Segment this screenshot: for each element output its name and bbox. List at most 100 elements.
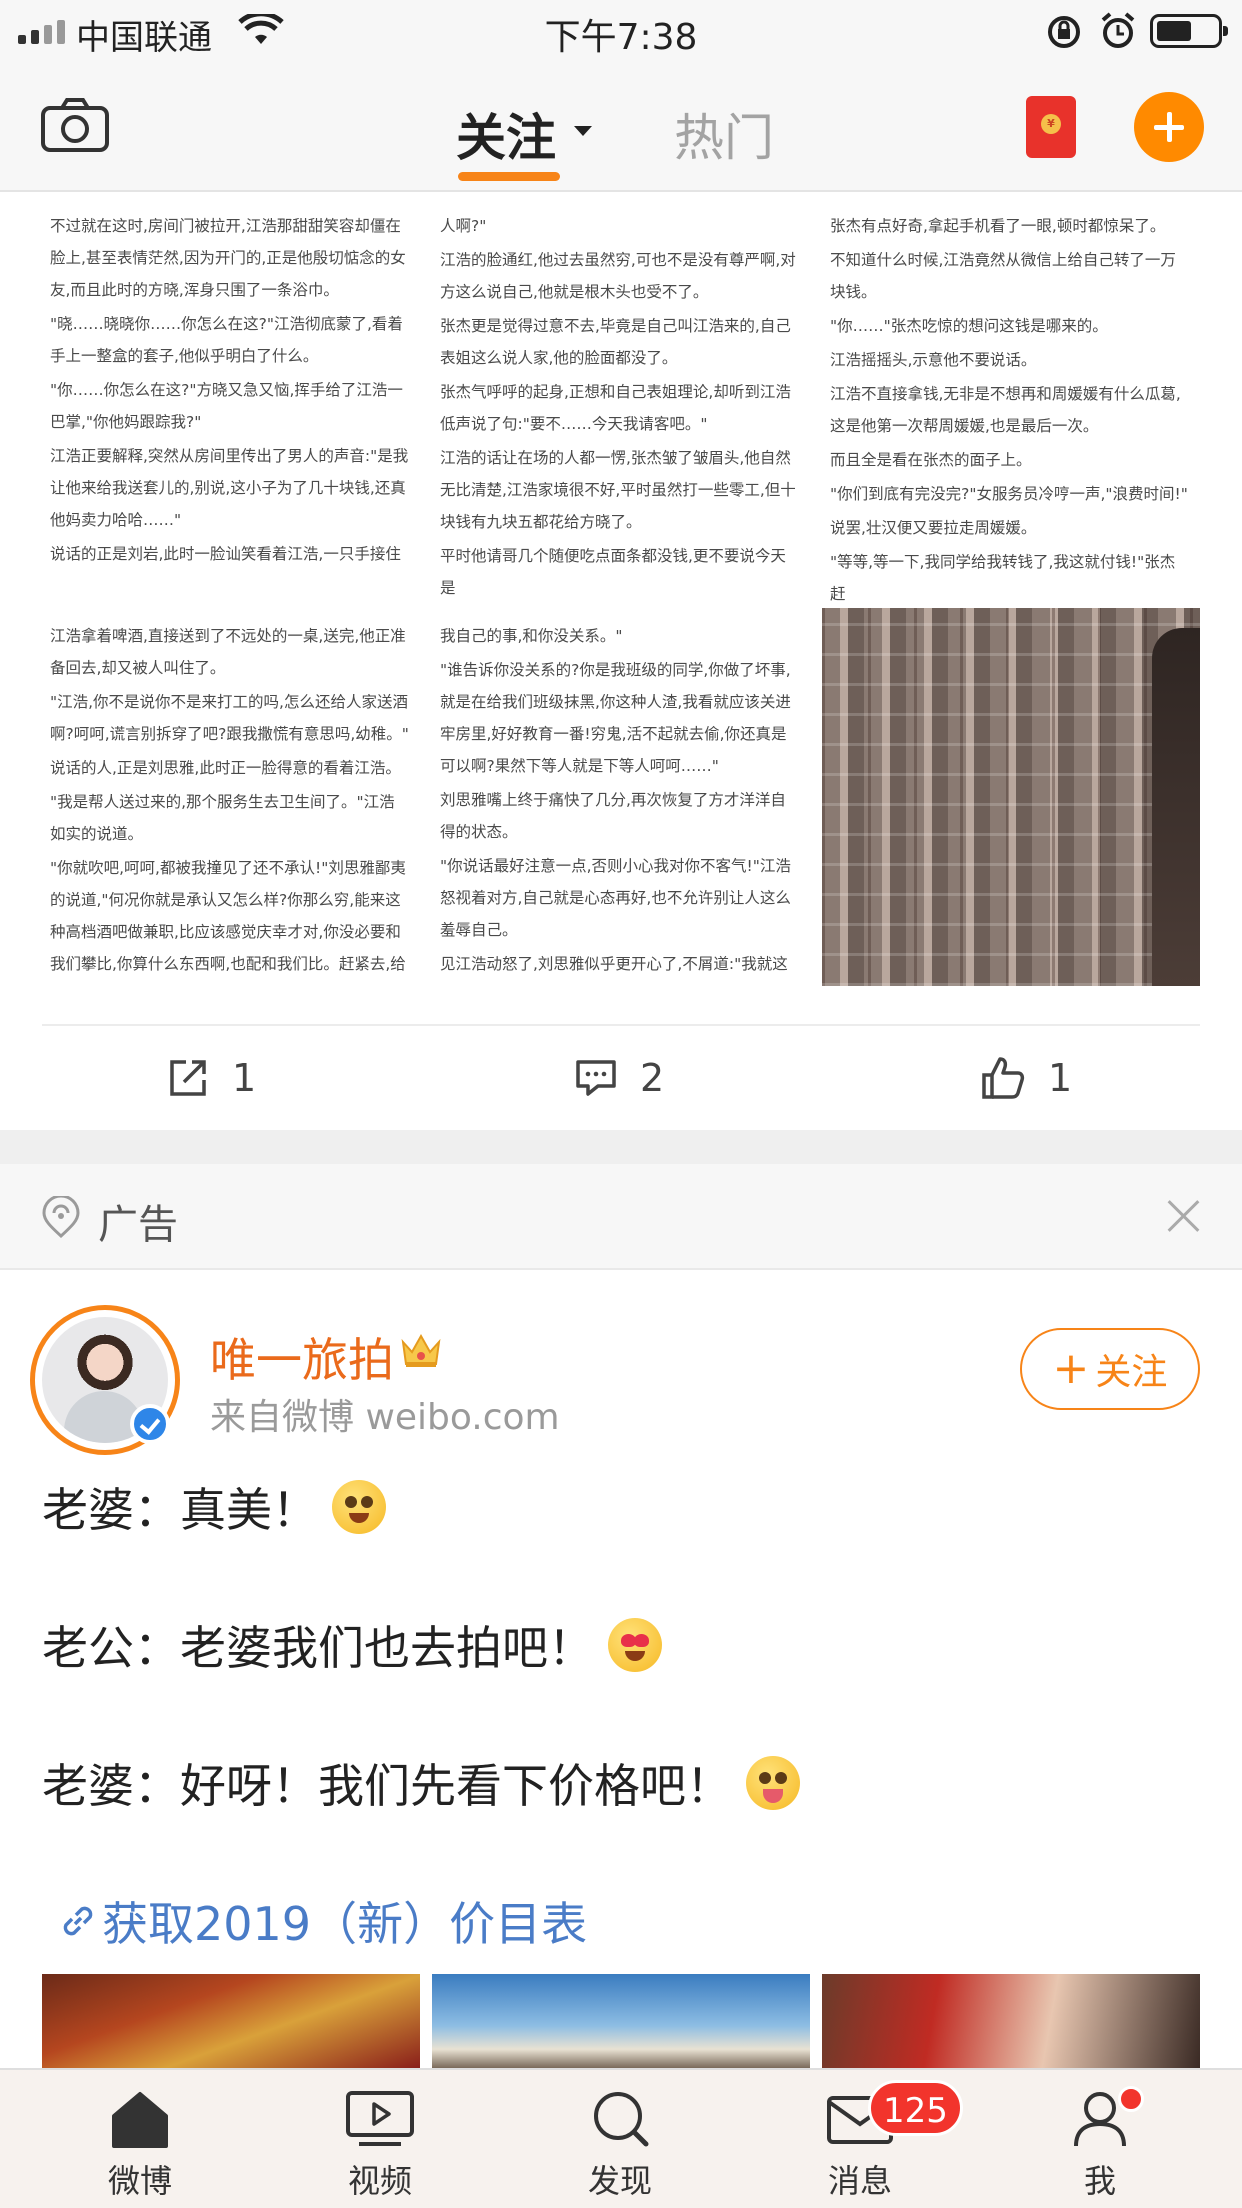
- article-paragraph: 平时他请哥几个随便吃点面条都没钱,更不要说今天是: [440, 547, 786, 597]
- home-icon: [112, 2092, 168, 2148]
- tab-label: 我: [1083, 2162, 1116, 2200]
- article-photo-cash-wall[interactable]: [822, 608, 1200, 986]
- article-paragraph: "等等,等一下,我同学给我转钱了,我这就付钱!"张杰赶: [830, 553, 1176, 603]
- thumbs-up-icon: [982, 1057, 1025, 1099]
- ad-signal-icon: [40, 1194, 82, 1244]
- article-image-grid: 不过就在这时,房间门被拉开,江浩那甜甜笑容却僵在脸上,甚至表情茫然,因为开门的,…: [42, 196, 1200, 986]
- comment-icon: [576, 1060, 616, 1096]
- tab-discover[interactable]: 发现: [560, 2088, 680, 2202]
- repost-icon: [170, 1060, 206, 1096]
- red-packet-icon[interactable]: ¥: [1026, 96, 1076, 158]
- article-paragraph: "你们到底有完没完?"女服务员冷哼一声,"浪费时间!": [830, 485, 1188, 503]
- like-count: 1: [1048, 1056, 1073, 1100]
- repost-button[interactable]: 1: [166, 1050, 256, 1106]
- article-paragraph: "你就吹吧,呵呵,都被我撞见了还不承认!"刘思雅鄙夷的说道,"何况你就是承认又怎…: [50, 859, 406, 973]
- post-text-line: 老公：老婆我们也去拍吧！: [42, 1612, 662, 1678]
- post-action-bar: 1 2 1: [0, 1026, 1242, 1130]
- post-image[interactable]: [822, 1974, 1200, 2068]
- article-paragraph: 刘思雅嘴上终于痛快了几分,再次恢复了方才洋洋自得的状态。: [440, 791, 786, 841]
- tab-label: 视频: [347, 2162, 412, 2200]
- tab-follow-label: 关注: [456, 109, 556, 167]
- top-navigation: 关注 热门 ¥: [0, 62, 1242, 192]
- photo-texture: [822, 608, 1200, 986]
- article-paragraph: "你……"张杰吃惊的想问这钱是哪来的。: [830, 317, 1108, 335]
- article-paragraph: 江浩摇摇头,示意他不要说话。: [830, 351, 1037, 369]
- alarm-icon: [1100, 12, 1136, 54]
- plus-icon: +: [1052, 1343, 1090, 1394]
- tab-weibo-home[interactable]: 微博: [80, 2088, 200, 2202]
- photo-person-silhouette: [1152, 628, 1200, 986]
- article-paragraph: 说罢,壮汉便又要拉走周媛媛。: [830, 519, 1037, 537]
- article-paragraph: 说话的正是刘岩,此时一脸讪笑看着江浩,一只手接住: [50, 545, 401, 563]
- article-image-5[interactable]: 我自己的事,和你没关系。" "谁告诉你没关系的?你是我班级的同学,你做了坏事,就…: [432, 606, 810, 986]
- article-image-3[interactable]: 张杰有点好奇,拿起手机看了一眼,顿时都惊呆了。 不知道什么时候,江浩竟然从微信上…: [822, 196, 1200, 606]
- article-paragraph: 而且全是看在张杰的面子上。: [830, 451, 1032, 469]
- article-paragraph: 人啊?": [440, 217, 487, 235]
- link-icon: [63, 1906, 93, 1936]
- crown-icon: [398, 1330, 444, 1374]
- post-image[interactable]: [432, 1974, 810, 2068]
- hug-emoji-icon: [332, 1480, 386, 1534]
- status-bar: 中国联通 下午7:38: [0, 0, 1242, 62]
- chevron-down-icon: [574, 126, 592, 136]
- post-text-line: 老婆：真美！: [42, 1474, 386, 1540]
- post-text: 老婆：真美！: [42, 1483, 318, 1537]
- rotation-lock-icon: [1046, 14, 1082, 54]
- author-name[interactable]: 唯一旅拍: [210, 1324, 394, 1390]
- article-paragraph: 江浩的话让在场的人都一愣,张杰皱了皱眉头,他自然无比清楚,江浩家境很不好,平时虽…: [440, 449, 796, 531]
- tab-video[interactable]: 视频: [320, 2088, 440, 2202]
- article-paragraph: 说话的人,正是刘思雅,此时正一脸得意的看着江浩。: [50, 759, 401, 777]
- tongue-wink-emoji-icon: [746, 1756, 800, 1810]
- verified-badge-icon: [130, 1404, 170, 1444]
- red-packet-coin: ¥: [1041, 114, 1061, 134]
- article-paragraph: "晓……晓晓你……你怎么在这?"江浩彻底蒙了,看着手上一整盒的套子,他似乎明白了…: [50, 315, 403, 365]
- follow-label: 关注: [1095, 1352, 1168, 1393]
- article-paragraph: "江浩,你不是说你不是来打工的吗,怎么还给人家送酒啊?呵呵,谎言别拆穿了吧?跟我…: [50, 693, 409, 743]
- tab-label: 微博: [107, 2162, 172, 2200]
- article-paragraph: 张杰有点好奇,拿起手机看了一眼,顿时都惊呆了。: [830, 217, 1166, 235]
- post-image[interactable]: [42, 1974, 420, 2068]
- post-text-line: 老婆：好呀！我们先看下价格吧！: [42, 1750, 800, 1816]
- search-icon: [594, 2092, 649, 2147]
- ad-header: 广告: [0, 1164, 1242, 1270]
- article-paragraph: 张杰更是觉得过意不去,毕竟是自己叫江浩来的,自己表姐这么说人家,他的脸面都没了。: [440, 317, 791, 367]
- article-paragraph: 见江浩动怒了,刘思雅似乎更开心了,不屑道:"我就这么: [440, 955, 788, 973]
- price-list-link[interactable]: 获取2019（新）价目表: [58, 1888, 587, 1954]
- article-paragraph: 江浩的脸通红,他过去虽然穷,可也不是没有尊严啊,对方这么说自己,他就是根木头也受…: [440, 251, 796, 301]
- article-paragraph: 我自己的事,和你没关系。": [440, 627, 623, 645]
- article-paragraph: 张杰气呼呼的起身,正想和自己表姐理论,却听到江浩低声说了句:"要不……今天我请客…: [440, 383, 791, 433]
- bottom-tab-bar: 微博 视频 发现 消息 我: [0, 2068, 1242, 2208]
- comment-button[interactable]: 2: [574, 1050, 664, 1106]
- post-text: 老婆：好呀！我们先看下价格吧！: [42, 1759, 732, 1813]
- article-image-2[interactable]: 人啊?" 江浩的脸通红,他过去虽然穷,可也不是没有尊严啊,对方这么说自己,他就是…: [432, 196, 810, 606]
- like-button[interactable]: 1: [980, 1050, 1072, 1106]
- active-tab-indicator: [458, 172, 560, 181]
- repost-count: 1: [232, 1056, 257, 1100]
- heart-eyes-emoji-icon: [608, 1618, 662, 1672]
- comment-count: 2: [640, 1056, 665, 1100]
- article-image-1[interactable]: 不过就在这时,房间门被拉开,江浩那甜甜笑容却僵在脸上,甚至表情茫然,因为开门的,…: [42, 196, 420, 606]
- camera-icon[interactable]: [40, 96, 110, 158]
- message-badge: 125: [868, 2080, 963, 2136]
- article-paragraph: "你说话最好注意一点,否则小心我对你不客气!"江浩怒视着对方,自己就是心态再好,…: [440, 857, 791, 939]
- compose-plus-button[interactable]: [1134, 92, 1204, 162]
- link-text: 获取2019（新）价目表: [102, 1897, 588, 1951]
- article-paragraph: 不过就在这时,房间门被拉开,江浩那甜甜笑容却僵在脸上,甚至表情茫然,因为开门的,…: [50, 217, 406, 299]
- article-paragraph: 江浩正要解释,突然从房间里传出了男人的声音:"是我让他来给我送套儿的,别说,这小…: [50, 447, 409, 529]
- battery-icon: [1150, 14, 1228, 48]
- article-paragraph: 不知道什么时候,江浩竟然从微信上给自己转了一万块钱。: [830, 251, 1176, 301]
- video-play-icon: [346, 2091, 414, 2146]
- post-source: 来自微博 weibo.com: [210, 1397, 560, 1438]
- article-paragraph: "你……你怎么在这?"方晓又急又恼,挥手给了江浩一巴掌,"你他妈跟踪我?": [50, 381, 403, 431]
- close-icon[interactable]: [1166, 1198, 1202, 1234]
- ad-label: 广告: [98, 1202, 178, 1248]
- post-text: 老公：老婆我们也去拍吧！: [42, 1621, 594, 1675]
- follow-button[interactable]: + 关注: [1020, 1328, 1200, 1410]
- article-paragraph: 江浩不直接拿钱,无非是不想再和周媛媛有什么瓜葛,这是他第一次帮周媛媛,也是最后一…: [830, 385, 1181, 435]
- tab-label: 消息: [827, 2162, 892, 2200]
- article-paragraph: "谁告诉你没关系的?你是我班级的同学,你做了坏事,就是在给我们班级抹黑,你这种人…: [440, 661, 791, 775]
- article-image-4[interactable]: 江浩拿着啤酒,直接送到了不远处的一桌,送完,他正准备回去,却又被人叫住了。 "江…: [42, 606, 420, 986]
- tab-hot[interactable]: 热门: [674, 98, 774, 170]
- tab-follow[interactable]: 关注: [456, 98, 592, 170]
- post-image-grid: [42, 1974, 1200, 2068]
